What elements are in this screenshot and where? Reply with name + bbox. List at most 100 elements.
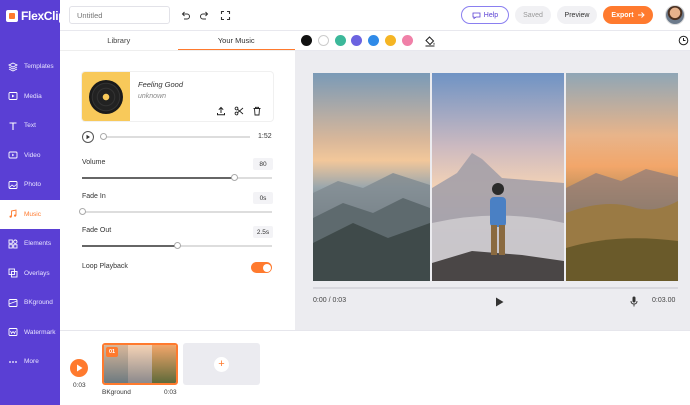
fade-in-value[interactable]: 0s: [253, 192, 273, 204]
loop-playback-toggle[interactable]: [251, 262, 272, 273]
scene-photo-mountains[interactable]: [313, 73, 430, 281]
sidebar-item-templates[interactable]: Templates: [0, 52, 60, 82]
slider-knob[interactable]: [100, 133, 107, 140]
sidebar-item-text[interactable]: Text: [0, 111, 60, 141]
add-clip-button[interactable]: +: [183, 343, 260, 385]
video-current-time: 0:00 / 0:03: [313, 297, 347, 304]
volume-slider[interactable]: [82, 174, 272, 181]
sidebar-item-label: Photo: [24, 181, 41, 189]
scene-photo-hiker[interactable]: [432, 73, 564, 281]
video-progress-bar[interactable]: [313, 287, 678, 289]
scene-photo-hills[interactable]: [566, 73, 678, 281]
tab-library[interactable]: Library: [60, 31, 178, 50]
fade-out-value[interactable]: 2.5s: [253, 226, 273, 238]
music-playback: 1:52: [82, 130, 273, 144]
video-icon: [8, 150, 18, 160]
undo-icon[interactable]: [178, 8, 192, 22]
fade-in-slider[interactable]: [78, 208, 272, 215]
clip-thumbnail: [128, 345, 152, 383]
sidebar-item-video[interactable]: Video: [0, 141, 60, 171]
fade-in-slider-knob[interactable]: [78, 208, 86, 215]
sidebar-item-overlays[interactable]: Overlays: [0, 259, 60, 289]
sidebar-item-label: Media: [24, 92, 42, 100]
help-icon: [472, 12, 481, 19]
color-swatch-purple[interactable]: [351, 35, 362, 46]
music-icon: [8, 209, 18, 219]
sidebar-item-watermark[interactable]: Watermark: [0, 318, 60, 348]
preview-button[interactable]: Preview: [557, 6, 597, 24]
play-icon: [495, 297, 503, 307]
text-icon: [8, 121, 18, 131]
fade-out-slider[interactable]: [82, 242, 272, 249]
paint-bucket-icon[interactable]: [424, 35, 436, 49]
sidebar-item-background[interactable]: BKground: [0, 288, 60, 318]
song-artist: unknown: [138, 93, 167, 100]
project-title-input[interactable]: [69, 6, 170, 24]
music-card[interactable]: Feeling Good unknown: [82, 72, 273, 121]
sidebar-item-photo[interactable]: Photo: [0, 170, 60, 200]
timeline-play-button[interactable]: [70, 359, 88, 377]
fade-out-slider-fill: [82, 245, 177, 247]
arrow-right-icon: [637, 12, 645, 18]
app-name: FlexClip: [21, 9, 66, 23]
templates-icon: [8, 62, 18, 72]
sidebar-item-label: Overlays: [24, 269, 50, 277]
background-icon: [8, 298, 18, 308]
album-cover: [82, 72, 130, 121]
sidebar-item-label: Text: [24, 122, 36, 130]
color-swatch-pink[interactable]: [402, 35, 413, 46]
sidebar-item-label: More: [24, 358, 39, 366]
video-total-time: 0:03.00: [652, 297, 676, 304]
video-play-button[interactable]: [494, 297, 504, 307]
color-swatch-yellow[interactable]: [385, 35, 396, 46]
timeline-time: 0:03: [73, 382, 86, 389]
volume-value-text: 80: [259, 160, 267, 168]
app-logo[interactable]: FlexClip: [6, 9, 66, 23]
volume-slider-fill: [82, 177, 234, 179]
timeline: 0:03 01 BKground 0:03 +: [60, 330, 690, 405]
fullscreen-icon[interactable]: [218, 8, 232, 22]
volume-label: Volume: [82, 159, 106, 166]
sidebar-item-more[interactable]: More: [0, 347, 60, 377]
tab-label: Library: [107, 36, 131, 45]
panel-tabs: Library Your Music: [60, 31, 295, 51]
sidebar-item-elements[interactable]: Elements: [0, 229, 60, 259]
clip-name: BKground: [102, 389, 131, 396]
top-toolbar: Help Saved Preview Export: [60, 0, 690, 31]
sidebar-item-label: Music: [24, 210, 41, 218]
fade-out-slider-knob[interactable]: [173, 242, 181, 249]
saved-label: Saved: [523, 11, 543, 19]
avatar[interactable]: [665, 5, 685, 25]
color-swatch-white[interactable]: [318, 35, 329, 46]
redo-icon[interactable]: [197, 8, 211, 22]
sidebar-item-label: Video: [24, 151, 41, 159]
media-icon: [8, 91, 18, 101]
microphone-icon[interactable]: [629, 296, 639, 307]
play-icon: [76, 364, 82, 372]
music-play-button[interactable]: [82, 131, 94, 143]
music-panel: Library Your Music Feeling Good unknown …: [60, 31, 295, 330]
help-button[interactable]: Help: [461, 6, 509, 24]
music-progress-slider[interactable]: [100, 133, 250, 140]
export-button[interactable]: Export: [603, 6, 653, 24]
color-swatch-black[interactable]: [301, 35, 312, 46]
overlays-icon: [8, 268, 18, 278]
clock-icon[interactable]: [678, 35, 689, 48]
trash-icon[interactable]: [251, 105, 262, 116]
color-swatch-blue[interactable]: [368, 35, 379, 46]
volume-slider-knob[interactable]: [230, 174, 238, 181]
color-toolbar: [295, 31, 690, 51]
scissors-icon[interactable]: [233, 105, 244, 116]
volume-value[interactable]: 80: [253, 158, 273, 170]
elements-icon: [8, 239, 18, 249]
sidebar-item-label: Watermark: [24, 328, 56, 336]
preview-label: Preview: [564, 11, 590, 19]
color-swatch-green[interactable]: [335, 35, 346, 46]
sidebar-item-media[interactable]: Media: [0, 82, 60, 112]
timeline-clip[interactable]: 01: [102, 343, 178, 385]
logo-icon: [6, 10, 18, 22]
tab-your-music[interactable]: Your Music: [177, 31, 295, 50]
sidebar-item-music[interactable]: Music: [0, 199, 60, 229]
video-stage: 0:00 / 0:03 0:03.00: [313, 73, 678, 333]
upload-icon[interactable]: [215, 105, 226, 116]
